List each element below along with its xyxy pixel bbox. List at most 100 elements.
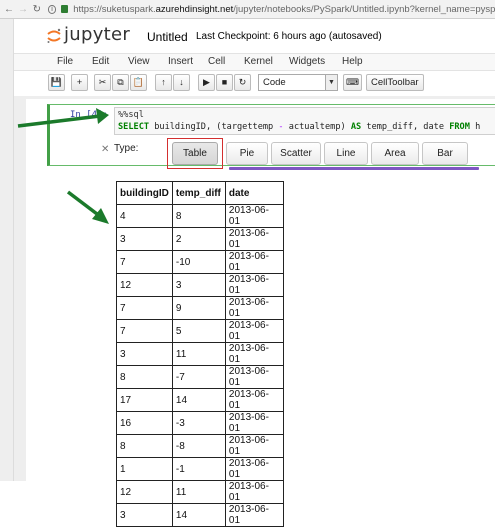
- code-editor[interactable]: %%sql SELECT buildingID, (targettemp - a…: [114, 107, 495, 135]
- cell-temp-diff: -10: [171, 250, 226, 274]
- cell-buildingid: 3: [116, 503, 173, 527]
- cell-date: 2013-06-01: [224, 365, 284, 389]
- cell-buildingid: 7: [116, 250, 173, 274]
- reload-icon[interactable]: ↻: [32, 4, 42, 15]
- cell-buildingid: 16: [116, 411, 173, 435]
- checkpoint-status: Last Checkpoint: 6 hours ago (autosaved): [196, 31, 382, 42]
- table-header-row: buildingID temp_diff date: [116, 181, 284, 205]
- cell-temp-diff: -3: [171, 411, 226, 435]
- forward-icon[interactable]: →: [18, 4, 28, 15]
- cell-temp-diff: 14: [171, 388, 226, 412]
- cell-date: 2013-06-01: [224, 227, 284, 251]
- cell-temp-diff: 2: [171, 227, 226, 251]
- save-icon[interactable]: 💾: [48, 74, 65, 91]
- menu-help[interactable]: Help: [342, 56, 363, 67]
- cell-date: 2013-06-01: [224, 273, 284, 297]
- type-label: Type:: [114, 143, 139, 154]
- cell-buildingid: 4: [116, 204, 173, 228]
- line-button[interactable]: Line: [324, 142, 368, 165]
- run-icon[interactable]: ▶: [198, 74, 215, 91]
- cell-date: 2013-06-01: [224, 296, 284, 320]
- jupyter-logo-icon: [47, 28, 61, 43]
- cell-buildingid: 1: [116, 457, 173, 481]
- restart-icon[interactable]: ↻: [234, 74, 251, 91]
- jupyter-header: jupyter Untitled Last Checkpoint: 6 hour…: [14, 19, 495, 51]
- back-icon[interactable]: ←: [4, 4, 14, 15]
- cell-date: 2013-06-01: [224, 388, 284, 412]
- cell-temp-diff: 3: [171, 273, 226, 297]
- plus-icon[interactable]: +: [71, 74, 88, 91]
- arrow-up-icon[interactable]: ↑: [155, 74, 172, 91]
- cell-buildingid: 3: [116, 227, 173, 251]
- cell-type-select[interactable]: Code ▼: [258, 74, 338, 91]
- cell-buildingid: 8: [116, 365, 173, 389]
- cell-temp-diff: 11: [171, 480, 226, 504]
- cell-date: 2013-06-01: [224, 204, 284, 228]
- cell-buildingid: 7: [116, 296, 173, 320]
- close-output-icon[interactable]: ✕: [101, 144, 109, 155]
- url-field[interactable]: https://suketuspark.azurehdinsight.net/j…: [73, 4, 495, 15]
- cell-date: 2013-06-01: [224, 480, 284, 504]
- cell-date: 2013-06-01: [224, 457, 284, 481]
- celltoolbar-button[interactable]: CellToolbar: [366, 74, 424, 91]
- table-button-highlight: [167, 138, 223, 169]
- menu-view[interactable]: View: [128, 56, 150, 67]
- chevron-down-icon: ▼: [325, 75, 337, 90]
- menu-cell[interactable]: Cell: [208, 56, 225, 67]
- cell-buildingid: 12: [116, 273, 173, 297]
- arrow-down-icon[interactable]: ↓: [173, 74, 190, 91]
- table-row: 3 11 2013-06-01: [116, 342, 284, 366]
- table-row: 12 11 2013-06-01: [116, 480, 284, 504]
- bar-button[interactable]: Bar: [422, 142, 468, 165]
- cell-buildingid: 8: [116, 434, 173, 458]
- menu-bar: File Edit View Insert Cell Kernel Widget…: [14, 53, 495, 71]
- column-header-buildingid[interactable]: buildingID: [116, 181, 173, 205]
- menu-widgets[interactable]: Widgets: [289, 56, 325, 67]
- table-row: 8 -7 2013-06-01: [116, 365, 284, 389]
- cell-temp-diff: -1: [171, 457, 226, 481]
- paste-icon[interactable]: 📋: [130, 74, 147, 91]
- table-row: 3 2 2013-06-01: [116, 227, 284, 251]
- menu-edit[interactable]: Edit: [92, 56, 109, 67]
- browser-address-bar: ← → ↻ i https://suketuspark.azurehdinsig…: [0, 0, 495, 19]
- cell-buildingid: 3: [116, 342, 173, 366]
- input-prompt: In [4]:: [70, 110, 108, 120]
- cell-temp-diff: 11: [171, 342, 226, 366]
- results-table: buildingID temp_diff date 4 8 2013-06-01 3…: [116, 181, 284, 527]
- cell-buildingid: 7: [116, 319, 173, 343]
- copy-icon[interactable]: ⧉: [112, 74, 129, 91]
- menu-kernel[interactable]: Kernel: [244, 56, 273, 67]
- area-button[interactable]: Area: [371, 142, 419, 165]
- keyboard-icon[interactable]: ⌨: [343, 74, 362, 91]
- cell-temp-diff: 14: [171, 503, 226, 527]
- scatter-button[interactable]: Scatter: [271, 142, 321, 165]
- notebook-toolbar: 💾 + ✂ ⧉ 📋 ↑ ↓ ▶ ■ ↻ Code ▼ ⌨ CellToolbar: [14, 72, 495, 96]
- info-icon[interactable]: i: [47, 4, 57, 14]
- logo-text: jupyter: [64, 24, 131, 45]
- scissors-icon[interactable]: ✂: [94, 74, 111, 91]
- table-row: 7 5 2013-06-01: [116, 319, 284, 343]
- cell-temp-diff: 5: [171, 319, 226, 343]
- chart-types-underline: [229, 167, 479, 170]
- cell-date: 2013-06-01: [224, 319, 284, 343]
- table-row: 16 -3 2013-06-01: [116, 411, 284, 435]
- cell-date: 2013-06-01: [224, 342, 284, 366]
- column-header-date[interactable]: date: [224, 181, 284, 205]
- menu-insert[interactable]: Insert: [168, 56, 193, 67]
- jupyter-logo[interactable]: jupyter: [46, 24, 130, 47]
- table-row: 8 -8 2013-06-01: [116, 434, 284, 458]
- notebook-title[interactable]: Untitled: [147, 30, 188, 44]
- cell-date: 2013-06-01: [224, 250, 284, 274]
- pie-button[interactable]: Pie: [226, 142, 268, 165]
- cell-temp-diff: 8: [171, 204, 226, 228]
- menu-file[interactable]: File: [57, 56, 73, 67]
- cell-date: 2013-06-01: [224, 503, 284, 527]
- table-row: 7 -10 2013-06-01: [116, 250, 284, 274]
- column-header-temp-diff[interactable]: temp_diff: [171, 181, 226, 205]
- cell-date: 2013-06-01: [224, 434, 284, 458]
- code-line-sql: SELECT buildingID, (targettemp - actualt…: [118, 122, 481, 132]
- lock-icon: [61, 5, 69, 13]
- cell-temp-diff: 9: [171, 296, 226, 320]
- stop-icon[interactable]: ■: [216, 74, 233, 91]
- cell-temp-diff: -8: [171, 434, 226, 458]
